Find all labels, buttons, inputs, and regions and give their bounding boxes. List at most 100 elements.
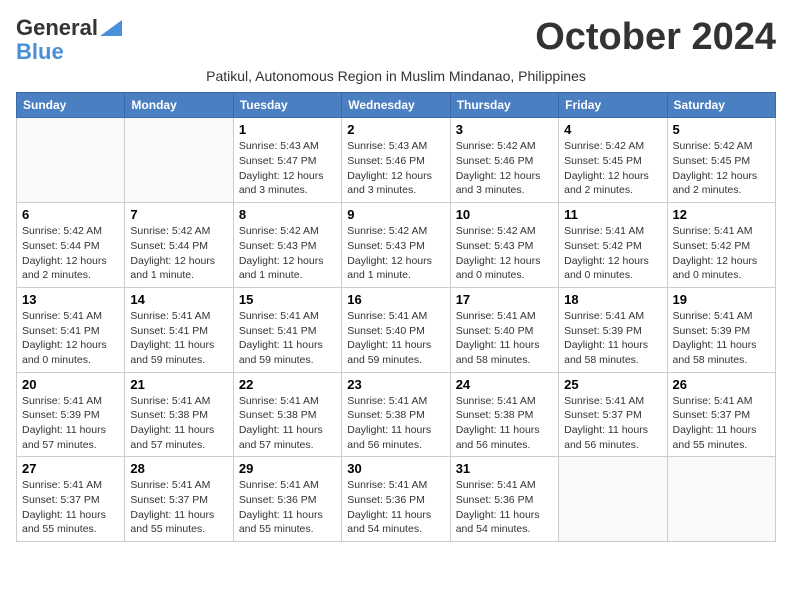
day-number: 15 [239, 292, 336, 307]
calendar-cell: 21Sunrise: 5:41 AM Sunset: 5:38 PM Dayli… [125, 372, 233, 457]
calendar-cell: 13Sunrise: 5:41 AM Sunset: 5:41 PM Dayli… [17, 287, 125, 372]
calendar-week-row: 13 Sunrise: 5:41 AM Sunset: 5:41 PM Dayli… [17, 287, 776, 372]
calendar-cell: 11Sunrise: 5:41 AM Sunset: 5:42 PM Dayli… [559, 203, 667, 288]
dow-header: Tuesday [233, 93, 341, 118]
day-info: Sunrise: 5:42 AM Sunset: 5:44 PM Dayligh… [130, 224, 227, 283]
day-number: 21 [130, 377, 227, 392]
calendar-cell [17, 118, 125, 203]
calendar-week-row: 6 Sunrise: 5:42 AM Sunset: 5:44 PM Daylig… [17, 203, 776, 288]
day-number: 7 [130, 207, 227, 222]
calendar-cell [667, 457, 775, 542]
day-info: Sunrise: 5:42 AM Sunset: 5:45 PM Dayligh… [673, 139, 770, 198]
dow-header: Thursday [450, 93, 558, 118]
calendar-cell: 10 Sunrise: 5:42 AM Sunset: 5:43 PM Dayli… [450, 203, 558, 288]
calendar-cell: 25 Sunrise: 5:41 AM Sunset: 5:37 PM Dayli… [559, 372, 667, 457]
day-info: Sunrise: 5:41 AM Sunset: 5:40 PM Dayligh… [456, 309, 553, 368]
calendar-cell: 29 Sunrise: 5:41 AM Sunset: 5:36 PM Dayli… [233, 457, 341, 542]
dow-header: Saturday [667, 93, 775, 118]
day-info: Sunrise: 5:41 AM Sunset: 5:41 PM Dayligh… [239, 309, 336, 368]
day-number: 13 [22, 292, 119, 307]
day-info: Sunrise: 5:43 AM Sunset: 5:47 PM Dayligh… [239, 139, 336, 198]
calendar-cell: 8Sunrise: 5:42 AM Sunset: 5:43 PM Daylig… [233, 203, 341, 288]
calendar-cell: 2 Sunrise: 5:43 AM Sunset: 5:46 PM Daylig… [342, 118, 450, 203]
calendar-cell: 20 Sunrise: 5:41 AM Sunset: 5:39 PM Dayli… [17, 372, 125, 457]
calendar-cell: 27Sunrise: 5:41 AM Sunset: 5:37 PM Dayli… [17, 457, 125, 542]
dow-header: Sunday [17, 93, 125, 118]
day-info: Sunrise: 5:41 AM Sunset: 5:38 PM Dayligh… [456, 394, 553, 453]
day-number: 24 [456, 377, 553, 392]
day-info: Sunrise: 5:41 AM Sunset: 5:36 PM Dayligh… [456, 478, 553, 537]
day-number: 22 [239, 377, 336, 392]
logo-icon [100, 20, 122, 36]
calendar-cell: 12Sunrise: 5:41 AM Sunset: 5:42 PM Dayli… [667, 203, 775, 288]
calendar-table: SundayMondayTuesdayWednesdayThursdayFrid… [16, 92, 776, 542]
day-info: Sunrise: 5:41 AM Sunset: 5:38 PM Dayligh… [239, 394, 336, 453]
day-number: 1 [239, 122, 336, 137]
calendar-cell [559, 457, 667, 542]
day-info: Sunrise: 5:42 AM Sunset: 5:44 PM Dayligh… [22, 224, 119, 283]
calendar-cell: 28 Sunrise: 5:41 AM Sunset: 5:37 PM Dayli… [125, 457, 233, 542]
day-number: 5 [673, 122, 770, 137]
calendar-cell: 9 Sunrise: 5:42 AM Sunset: 5:43 PM Daylig… [342, 203, 450, 288]
day-number: 23 [347, 377, 444, 392]
day-number: 18 [564, 292, 661, 307]
day-number: 30 [347, 461, 444, 476]
calendar-cell: 5 Sunrise: 5:42 AM Sunset: 5:45 PM Daylig… [667, 118, 775, 203]
day-info: Sunrise: 5:41 AM Sunset: 5:42 PM Dayligh… [673, 224, 770, 283]
calendar-cell: 17 Sunrise: 5:41 AM Sunset: 5:40 PM Dayli… [450, 287, 558, 372]
calendar-week-row: 27Sunrise: 5:41 AM Sunset: 5:37 PM Dayli… [17, 457, 776, 542]
day-number: 9 [347, 207, 444, 222]
calendar-cell: 31 Sunrise: 5:41 AM Sunset: 5:36 PM Dayli… [450, 457, 558, 542]
calendar-week-row: 1 Sunrise: 5:43 AM Sunset: 5:47 PM Daylig… [17, 118, 776, 203]
day-number: 10 [456, 207, 553, 222]
calendar-cell: 4Sunrise: 5:42 AM Sunset: 5:45 PM Daylig… [559, 118, 667, 203]
day-number: 20 [22, 377, 119, 392]
day-info: Sunrise: 5:41 AM Sunset: 5:39 PM Dayligh… [564, 309, 661, 368]
day-number: 19 [673, 292, 770, 307]
day-number: 8 [239, 207, 336, 222]
calendar-cell: 19Sunrise: 5:41 AM Sunset: 5:39 PM Dayli… [667, 287, 775, 372]
day-info: Sunrise: 5:42 AM Sunset: 5:46 PM Dayligh… [456, 139, 553, 198]
day-number: 4 [564, 122, 661, 137]
calendar-cell: 22 Sunrise: 5:41 AM Sunset: 5:38 PM Dayli… [233, 372, 341, 457]
day-number: 17 [456, 292, 553, 307]
day-info: Sunrise: 5:41 AM Sunset: 5:37 PM Dayligh… [673, 394, 770, 453]
calendar-cell [125, 118, 233, 203]
day-info: Sunrise: 5:42 AM Sunset: 5:43 PM Dayligh… [456, 224, 553, 283]
day-info: Sunrise: 5:41 AM Sunset: 5:42 PM Dayligh… [564, 224, 661, 283]
day-info: Sunrise: 5:41 AM Sunset: 5:36 PM Dayligh… [347, 478, 444, 537]
day-number: 25 [564, 377, 661, 392]
day-info: Sunrise: 5:41 AM Sunset: 5:36 PM Dayligh… [239, 478, 336, 537]
calendar-cell: 6 Sunrise: 5:42 AM Sunset: 5:44 PM Daylig… [17, 203, 125, 288]
day-number: 14 [130, 292, 227, 307]
calendar-cell: 30 Sunrise: 5:41 AM Sunset: 5:36 PM Dayli… [342, 457, 450, 542]
day-info: Sunrise: 5:41 AM Sunset: 5:39 PM Dayligh… [22, 394, 119, 453]
calendar-cell: 7 Sunrise: 5:42 AM Sunset: 5:44 PM Daylig… [125, 203, 233, 288]
logo-text-general: General [16, 16, 98, 40]
calendar-cell: 15 Sunrise: 5:41 AM Sunset: 5:41 PM Dayli… [233, 287, 341, 372]
day-number: 2 [347, 122, 444, 137]
day-info: Sunrise: 5:41 AM Sunset: 5:38 PM Dayligh… [347, 394, 444, 453]
day-number: 29 [239, 461, 336, 476]
calendar-cell: 14Sunrise: 5:41 AM Sunset: 5:41 PM Dayli… [125, 287, 233, 372]
day-number: 3 [456, 122, 553, 137]
calendar-cell: 1 Sunrise: 5:43 AM Sunset: 5:47 PM Daylig… [233, 118, 341, 203]
header: General Blue October 2024 [16, 16, 776, 64]
logo: General Blue [16, 16, 122, 64]
subtitle: Patikul, Autonomous Region in Muslim Min… [16, 68, 776, 84]
day-number: 16 [347, 292, 444, 307]
day-info: Sunrise: 5:41 AM Sunset: 5:37 PM Dayligh… [130, 478, 227, 537]
day-info: Sunrise: 5:42 AM Sunset: 5:43 PM Dayligh… [347, 224, 444, 283]
month-title: October 2024 [535, 16, 776, 59]
calendar-cell: 3 Sunrise: 5:42 AM Sunset: 5:46 PM Daylig… [450, 118, 558, 203]
calendar-cell: 24 Sunrise: 5:41 AM Sunset: 5:38 PM Dayli… [450, 372, 558, 457]
day-number: 31 [456, 461, 553, 476]
calendar-cell: 18 Sunrise: 5:41 AM Sunset: 5:39 PM Dayli… [559, 287, 667, 372]
day-info: Sunrise: 5:41 AM Sunset: 5:37 PM Dayligh… [564, 394, 661, 453]
day-info: Sunrise: 5:43 AM Sunset: 5:46 PM Dayligh… [347, 139, 444, 198]
calendar-cell: 16Sunrise: 5:41 AM Sunset: 5:40 PM Dayli… [342, 287, 450, 372]
dow-header: Wednesday [342, 93, 450, 118]
day-number: 6 [22, 207, 119, 222]
dow-header: Monday [125, 93, 233, 118]
day-number: 28 [130, 461, 227, 476]
